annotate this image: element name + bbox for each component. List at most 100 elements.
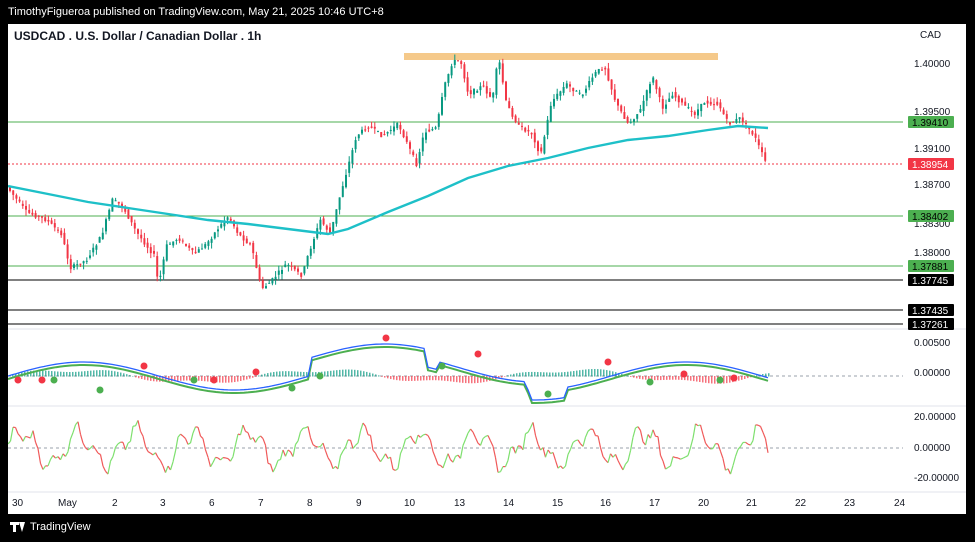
time-axis-label: 24 — [894, 498, 906, 509]
candle-body — [655, 80, 658, 90]
macd-histogram-bar — [696, 376, 698, 382]
candle-body — [431, 129, 434, 131]
candle-body — [553, 98, 555, 107]
oscillator-segment — [317, 445, 321, 448]
candle-body — [373, 126, 376, 129]
oscillator-segment — [337, 455, 342, 470]
oscillator-segment — [154, 452, 159, 458]
candle-body — [274, 276, 277, 280]
chart-area[interactable]: USDCAD . U.S. Dollar / Canadian Dollar .… — [7, 24, 966, 514]
candle-body — [556, 93, 559, 100]
macd-histogram-bar — [396, 376, 398, 381]
candle-body — [201, 248, 203, 250]
oscillator-segment — [182, 435, 186, 439]
candle-body — [668, 98, 671, 102]
candle-body — [261, 280, 264, 288]
macd-histogram-bar — [315, 372, 317, 377]
oscillator-segment — [7, 440, 11, 445]
macd-histogram-bar — [354, 369, 356, 377]
macd-histogram-bar — [408, 376, 410, 381]
oscillator-segment — [722, 458, 727, 471]
candle-body — [191, 248, 194, 251]
oscillator-segment — [232, 444, 237, 457]
oscillator-segment — [695, 423, 699, 427]
oscillator-segment — [652, 429, 657, 437]
macd-histogram-bar — [462, 376, 464, 383]
currency-label: CAD — [920, 30, 941, 41]
macd-histogram-bar — [42, 370, 44, 377]
moving-average-line — [7, 124, 769, 236]
candle-body — [18, 199, 21, 202]
candle-body — [636, 114, 639, 119]
macd-histogram-bar — [84, 371, 86, 377]
macd-histogram-bar — [525, 372, 527, 377]
oscillator-segment — [215, 456, 219, 459]
candle-body — [412, 151, 415, 155]
candle-body — [610, 79, 613, 90]
candle-body — [453, 59, 456, 65]
macd-histogram-bar — [423, 376, 425, 381]
macd-cross-dot — [544, 390, 552, 398]
candle-body — [149, 247, 152, 254]
oscillator-segment — [209, 462, 214, 468]
candle-body — [389, 129, 392, 131]
macd-histogram-bar — [108, 370, 110, 377]
time-axis-label: 7 — [258, 498, 264, 509]
macd-cross-dot — [382, 334, 390, 342]
oscillator-segment — [514, 445, 519, 454]
macd-histogram-bar — [114, 371, 116, 377]
oscillator-segment — [667, 465, 671, 469]
candle-body — [133, 222, 136, 229]
candle-body — [738, 117, 741, 120]
oscillator-segment — [352, 444, 356, 449]
oscillator-segment — [349, 439, 354, 449]
oscillator-segment — [534, 435, 539, 445]
macd-histogram-bar — [660, 376, 662, 381]
oscillator-segment — [577, 439, 582, 445]
macd-histogram-bar — [417, 376, 419, 381]
oscillator-segment — [32, 430, 37, 443]
candle-body — [313, 238, 315, 249]
macd-histogram-bar — [672, 376, 674, 380]
candle-body — [633, 119, 635, 122]
candle-body — [287, 264, 290, 266]
candle-body — [319, 219, 322, 230]
candle-body — [322, 218, 325, 225]
price-chart-svg[interactable]: USDCAD . U.S. Dollar / Canadian Dollar .… — [7, 24, 966, 514]
macd-signal-line — [7, 346, 769, 404]
oscillator-segment — [389, 457, 394, 470]
oscillator-segment — [542, 447, 547, 458]
macd-histogram-bar — [708, 376, 710, 384]
oscillator-segment — [52, 455, 56, 459]
macd-histogram-bar — [540, 372, 542, 377]
candle-body — [172, 241, 175, 246]
oscillator-segment — [192, 426, 197, 434]
macd-histogram-bar — [177, 376, 179, 381]
oscillator-segment — [610, 453, 614, 458]
price-level-label: 1.38402 — [912, 212, 949, 223]
candle-body — [377, 130, 379, 132]
macd-histogram-bar — [576, 370, 578, 377]
macd-histogram-bar — [219, 376, 221, 383]
candle-body — [146, 242, 149, 248]
candle-body — [21, 203, 24, 206]
candle-body — [143, 238, 146, 245]
macd-histogram-bar — [534, 371, 536, 377]
candle-body — [197, 249, 200, 253]
macd-histogram-bar — [561, 372, 563, 377]
oscillator-segment — [234, 433, 239, 446]
candle-body — [303, 266, 306, 274]
oscillator-segment — [164, 465, 169, 473]
candle-body — [98, 237, 101, 243]
macd-histogram-bar — [546, 372, 548, 377]
candle-body — [527, 129, 530, 132]
candle-body — [681, 98, 683, 103]
macd-histogram-bar — [237, 376, 239, 382]
candle-body — [255, 254, 258, 268]
candle-body — [661, 98, 664, 109]
tradingview-brand[interactable]: TradingView — [10, 521, 91, 533]
oscillator-segment — [324, 450, 329, 458]
oscillator-segment — [592, 429, 597, 436]
candle-body — [117, 201, 120, 204]
oscillator-segment — [685, 455, 689, 458]
